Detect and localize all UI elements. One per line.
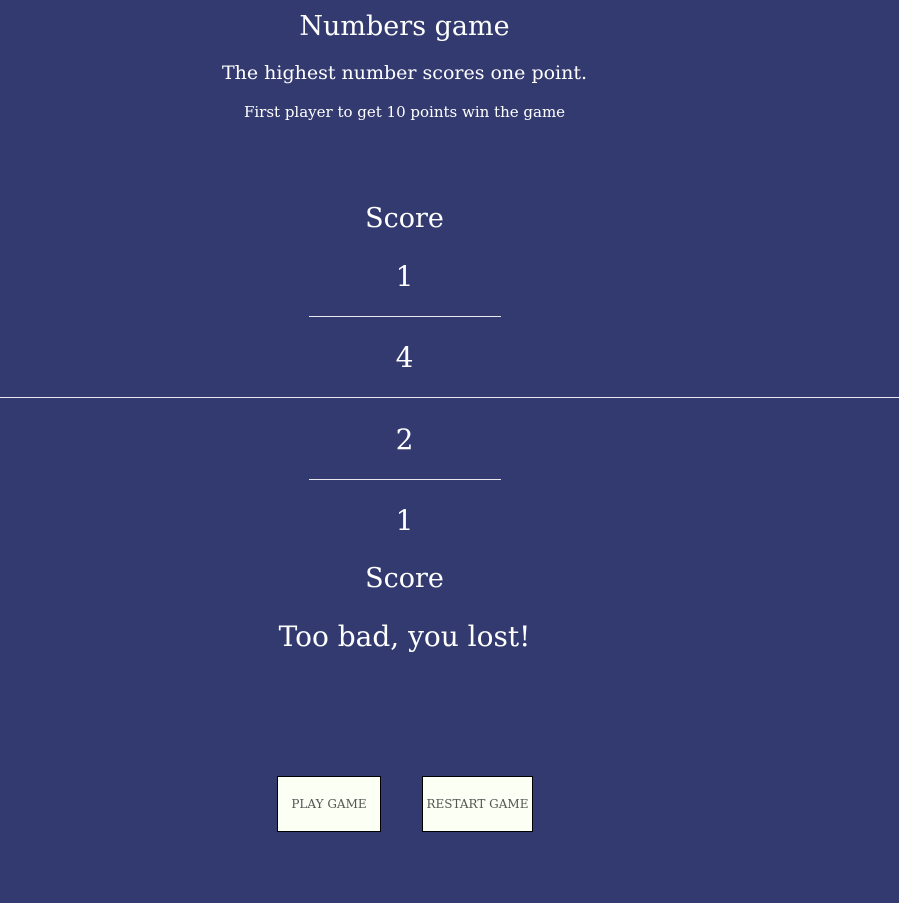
top-divider xyxy=(309,316,501,317)
game-rule: First player to get 10 points win the ga… xyxy=(243,103,566,121)
play-game-button[interactable]: PLAY GAME xyxy=(277,776,381,832)
bottom-score-value: 1 xyxy=(395,504,414,537)
center-divider xyxy=(0,397,899,398)
page-title: Numbers game xyxy=(299,11,510,42)
top-score-value: 1 xyxy=(395,260,414,293)
game-subtitle: The highest number scores one point. xyxy=(221,62,588,84)
bottom-drawn-number: 2 xyxy=(395,423,414,456)
restart-game-button[interactable]: RESTART GAME xyxy=(422,776,533,832)
bottom-divider xyxy=(309,479,501,480)
bottom-score-label: Score xyxy=(365,563,444,594)
top-score-label: Score xyxy=(365,203,444,234)
result-message: Too bad, you lost! xyxy=(278,620,531,653)
top-drawn-number: 4 xyxy=(395,341,414,374)
